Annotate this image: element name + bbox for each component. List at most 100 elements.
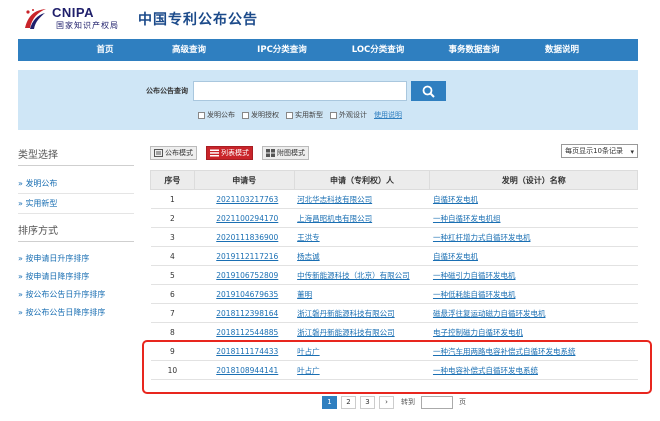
application-number-link[interactable]: 2019104679635: [194, 284, 295, 304]
invention-title-link[interactable]: 磁悬浮往复运动磁力自循环发电机: [429, 303, 638, 323]
type-filter-checkboxes: 发明公布 发明授权 实用新型 外观设计 使用说明: [198, 110, 402, 120]
figure-mode-button[interactable]: 附图模式: [262, 146, 309, 160]
application-number-link[interactable]: 2019112117216: [194, 246, 295, 266]
table-row: 10 2018108944141 叶占广 一种电容补偿式自循环发电系统: [150, 360, 638, 380]
invention-title-link[interactable]: 一种电容补偿式自循环发电系统: [429, 360, 638, 380]
row-number: 7: [150, 303, 195, 323]
page-2-button[interactable]: 2: [341, 395, 356, 409]
applicant-link[interactable]: 上海昌昭机电有限公司: [294, 208, 430, 228]
row-number: 10: [150, 360, 195, 380]
sort-by-app-date-desc[interactable]: » 按申请日降序排序: [18, 268, 134, 286]
applicant-link[interactable]: 河北华志科技有限公司: [294, 189, 430, 209]
list-icon: [210, 149, 219, 157]
view-mode-bar: 公布模式 列表模式 附图模式 每页显示10条记录 ▾: [150, 144, 638, 162]
invention-title-link[interactable]: 一种磁引力自循环发电机: [429, 265, 638, 285]
sidebar-item-utility-model[interactable]: » 实用新型: [18, 194, 134, 214]
sort-by-pub-date-asc[interactable]: » 按公布公告日升序排序: [18, 286, 134, 304]
table-row: 4 2019112117216 杨志诚 自循环发电机: [150, 246, 638, 266]
checkbox-invention-publish[interactable]: 发明公布: [198, 110, 235, 120]
page-3-button[interactable]: 3: [360, 395, 375, 409]
row-number: 6: [150, 284, 195, 304]
applicant-link[interactable]: 王洪专: [294, 227, 430, 247]
application-number-link[interactable]: 2021103217763: [194, 189, 295, 209]
application-number-link[interactable]: 2018108944141: [194, 360, 295, 380]
row-number: 2: [150, 208, 195, 228]
sort-by-pub-date-desc[interactable]: » 按公布公告日降序排序: [18, 304, 134, 322]
search-icon: [422, 85, 435, 98]
nav-data-description[interactable]: 数据说明: [522, 39, 602, 61]
document-icon: [154, 149, 163, 157]
table-row: 7 2018112398164 浙江磐丹新能源科技有限公司 磁悬浮往复运动磁力自循环发…: [150, 303, 638, 323]
col-header-app-no: 申请号: [193, 170, 295, 190]
table-row: 3 2020111836900 王洪专 一种杠杆增力式自循环发电机: [150, 227, 638, 247]
sort-heading: 排序方式: [18, 222, 134, 242]
chevron-down-icon: ▾: [630, 148, 634, 156]
row-number: 5: [150, 265, 195, 285]
page-unit-label: 页: [459, 398, 466, 406]
row-number: 9: [150, 341, 195, 361]
nav-home[interactable]: 首页: [66, 39, 144, 61]
nav-transaction-search[interactable]: 事务数据查询: [426, 39, 522, 61]
application-number-link[interactable]: 2018112398164: [194, 303, 295, 323]
search-input[interactable]: [193, 81, 407, 101]
application-number-link[interactable]: 2021100294170: [194, 208, 295, 228]
main-nav: 首页 高级查询 IPC分类查询 LOC分类查询 事务数据查询 数据说明: [18, 39, 638, 61]
applicant-link[interactable]: 中传新能源科技（北京）有限公司: [294, 265, 430, 285]
applicant-link[interactable]: 叶占广: [294, 341, 430, 361]
page-title: 中国专利公布公告: [138, 12, 258, 28]
application-number-link[interactable]: 2020111836900: [194, 227, 295, 247]
nav-loc-search[interactable]: LOC分类查询: [330, 39, 426, 61]
sidebar: 类型选择 » 发明公布 » 实用新型 排序方式 » 按申请日升序排序 » 按申请…: [18, 146, 134, 322]
table-row: 2 2021100294170 上海昌昭机电有限公司 一种自循环发电机组: [150, 208, 638, 228]
goto-page-input[interactable]: [421, 395, 453, 409]
table-row: 9 2018111174433 叶占广 一种汽车用两路电容补偿式自循环发电系统: [150, 341, 638, 361]
checkbox-design[interactable]: 外观设计: [330, 110, 367, 120]
site-header: CNIPA 国家知识产权局 中国专利公布公告: [0, 0, 660, 38]
cnipa-logo-icon: [22, 6, 48, 32]
usage-help-link[interactable]: 使用说明: [374, 110, 402, 120]
table-header-row: 序号 申请号 申请（专利权）人 发明（设计）名称: [150, 170, 638, 190]
invention-title-link[interactable]: 一种低耗能自循环发电机: [429, 284, 638, 304]
checkbox-utility-model[interactable]: 实用新型: [286, 110, 323, 120]
results-table: 序号 申请号 申请（专利权）人 发明（设计）名称 1 2021103217763 河…: [150, 170, 638, 380]
application-number-link[interactable]: 2018112544885: [194, 322, 295, 342]
publish-mode-button[interactable]: 公布模式: [150, 146, 197, 160]
per-page-select[interactable]: 每页显示10条记录 ▾: [561, 144, 638, 158]
invention-title-link[interactable]: 一种自循环发电机组: [429, 208, 638, 228]
invention-title-link[interactable]: 一种汽车用两路电容补偿式自循环发电系统: [429, 341, 638, 361]
grid-icon: [266, 149, 275, 157]
search-button[interactable]: [411, 81, 446, 101]
applicant-link[interactable]: 杨志诚: [294, 246, 430, 266]
applicant-link[interactable]: 浙江磐丹新能源科技有限公司: [294, 322, 430, 342]
application-number-link[interactable]: 2018111174433: [194, 341, 295, 361]
goto-label: 转到: [401, 398, 415, 406]
applicant-link[interactable]: 叶占广: [294, 360, 430, 380]
invention-title-link[interactable]: 自循环发电机: [429, 246, 638, 266]
nav-ipc-search[interactable]: IPC分类查询: [234, 39, 330, 61]
table-row: 5 2019106752809 中传新能源科技（北京）有限公司 一种磁引力自循环发电机: [150, 265, 638, 285]
sort-by-app-date-asc[interactable]: » 按申请日升序排序: [18, 250, 134, 268]
logo-text: CNIPA: [52, 5, 94, 20]
applicant-link[interactable]: 董明: [294, 284, 430, 304]
row-number: 1: [150, 189, 195, 209]
col-header-no: 序号: [150, 170, 195, 190]
invention-title-link[interactable]: 电子控制磁力自循环发电机: [429, 322, 638, 342]
applicant-link[interactable]: 浙江磐丹新能源科技有限公司: [294, 303, 430, 323]
row-number: 4: [150, 246, 195, 266]
col-header-title: 发明（设计）名称: [429, 170, 638, 190]
application-number-link[interactable]: 2019106752809: [194, 265, 295, 285]
nav-advanced-search[interactable]: 高级查询: [144, 39, 234, 61]
table-row: 8 2018112544885 浙江磐丹新能源科技有限公司 电子控制磁力自循环发电机: [150, 322, 638, 342]
logo-subtitle: 国家知识产权局: [56, 21, 119, 30]
invention-title-link[interactable]: 自循环发电机: [429, 189, 638, 209]
search-panel: 公布公告查询 发明公布 发明授权 实用新型 外观设计 使用说明: [18, 70, 638, 130]
sidebar-item-invention-publish[interactable]: » 发明公布: [18, 174, 134, 194]
next-page-button[interactable]: ›: [379, 395, 394, 409]
checkbox-invention-grant[interactable]: 发明授权: [242, 110, 279, 120]
list-mode-button[interactable]: 列表模式: [206, 146, 253, 160]
invention-title-link[interactable]: 一种杠杆增力式自循环发电机: [429, 227, 638, 247]
page-1-button[interactable]: 1: [322, 395, 337, 409]
search-label: 公布公告查询: [146, 87, 188, 95]
type-select-heading: 类型选择: [18, 146, 134, 166]
col-header-owner: 申请（专利权）人: [293, 170, 431, 190]
